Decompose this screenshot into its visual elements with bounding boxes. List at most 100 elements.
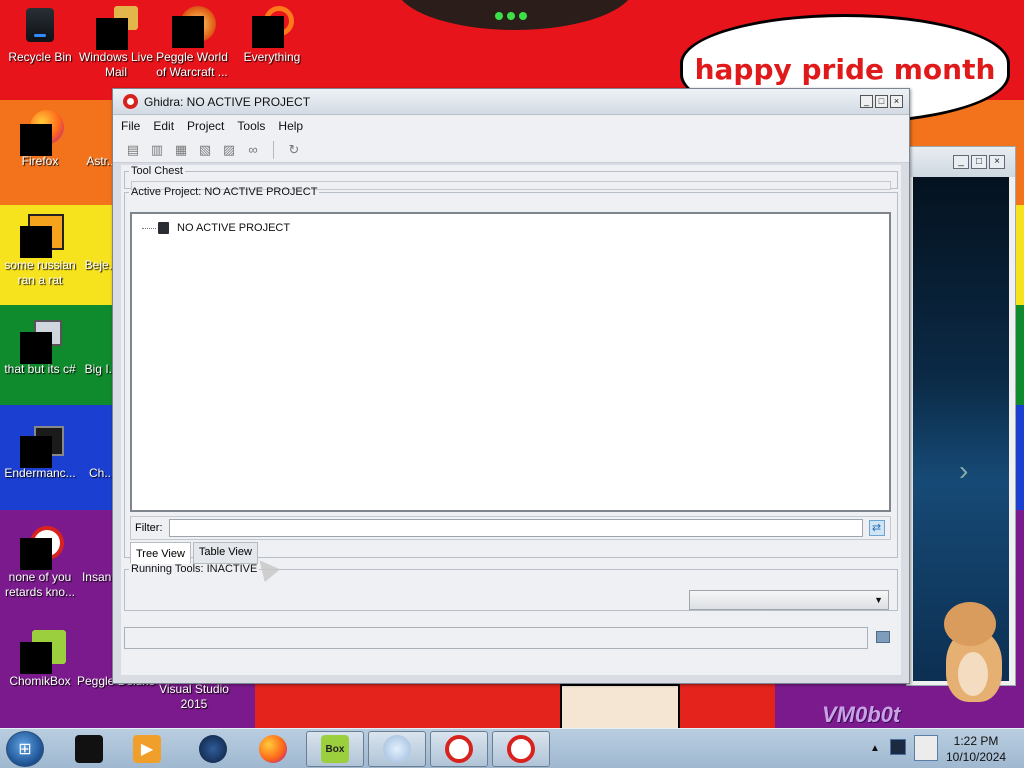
desktop-icon-label: ChomikBox <box>9 674 71 688</box>
menu-help[interactable]: Help <box>278 119 303 133</box>
new-project-icon[interactable]: ▤ <box>125 142 141 158</box>
taskbar-item-globe[interactable] <box>184 731 242 767</box>
tool-chest-label: Tool Chest <box>131 165 183 177</box>
view-tabs: Tree View Table View <box>130 542 260 564</box>
ghidra-app-icon <box>123 94 138 109</box>
start-button[interactable]: ⊞ <box>6 731 44 767</box>
refresh-icon[interactable]: ↻ <box>286 142 302 158</box>
taskbar-item-ghidra-1[interactable] <box>430 731 488 767</box>
project-tree[interactable]: NO ACTIVE PROJECT <box>130 212 891 512</box>
clock-date: 10/10/2024 <box>946 750 1007 764</box>
window-titlebar[interactable]: Ghidra: NO ACTIVE PROJECT _ □ × <box>113 89 909 115</box>
ghidra-icon <box>20 526 64 570</box>
watermark-text: VM0b0t <box>822 702 901 727</box>
minimize-button[interactable]: _ <box>860 95 873 108</box>
desktop-icon-recycle-bin[interactable]: Recycle Bin <box>0 6 80 65</box>
tree-item-label: NO ACTIVE PROJECT <box>177 222 291 234</box>
tab-tree-view[interactable]: Tree View <box>130 542 191 564</box>
menu-project[interactable]: Project <box>187 119 224 133</box>
clear-filter-icon[interactable]: ⇄ <box>868 520 885 536</box>
cartoon-pants <box>560 684 680 728</box>
desktop-icon-peggle-wow[interactable]: Peggle World of Warcraft ... <box>152 6 232 80</box>
open-project-icon[interactable]: ▥ <box>149 142 165 158</box>
running-tools-panel: Running Tools: INACTIVE ▼ <box>124 563 898 611</box>
terminal-icon <box>20 422 64 468</box>
filter-row: Filter: ⇄ <box>130 516 891 540</box>
running-tools-label: Running Tools: INACTIVE <box>131 563 258 575</box>
filter-label: Filter: <box>135 522 163 534</box>
desktop-icon-label: Windows Live Mail <box>78 50 154 79</box>
menu-tools[interactable]: Tools <box>237 119 265 133</box>
desktop-icon-chomikbox[interactable]: ChomikBox <box>0 630 80 689</box>
desktop-icon-endermanc[interactable]: Endermanc... <box>0 422 80 481</box>
desktop-icon-label: that but its c# <box>4 362 76 376</box>
running-tools-select[interactable]: ▼ <box>689 590 889 610</box>
taskbar: ⊞ ▶ Box ▲ 1:22 PM 10/10/2024 <box>0 728 1024 768</box>
background-window-titlebar[interactable]: _ □ × <box>907 147 1015 177</box>
taskbar-item-ghidra-2[interactable] <box>492 731 550 767</box>
hamster-image <box>940 600 1006 708</box>
link-icon[interactable]: ∞ <box>245 142 261 158</box>
desktop-icon-none-of-you[interactable]: none of you retards kno... <box>0 526 80 600</box>
toolbar: ▤ ▥ ▦ ▧ ▨ ∞ ↻ <box>113 137 909 163</box>
desktop-icon-label: Everything <box>243 50 301 64</box>
console-icon[interactable] <box>876 631 890 643</box>
maximize-icon[interactable]: □ <box>971 155 987 169</box>
desktop-icon-that-but-csharp[interactable]: that but its c# <box>0 318 80 377</box>
desktop-icon-label: none of you retards kno... <box>4 570 76 599</box>
windows-flag-icon <box>383 735 411 763</box>
desktop-icon-firefox[interactable]: Firefox <box>0 110 80 169</box>
clock-time: 1:22 PM <box>953 734 999 748</box>
tray-expand-icon[interactable]: ▲ <box>870 743 880 754</box>
ghidra-icon <box>507 735 535 763</box>
explorer-icon <box>75 735 103 763</box>
mail-icon <box>96 6 138 50</box>
taskbar-item-chomikbox[interactable]: Box <box>306 731 364 767</box>
taskbar-item-windows[interactable] <box>368 731 426 767</box>
save-project-icon[interactable]: ▧ <box>197 142 213 158</box>
firefox-icon <box>259 735 287 763</box>
media-player-icon: ▶ <box>133 735 161 763</box>
chevron-down-icon: ▼ <box>874 595 883 605</box>
ghidra-icon <box>445 735 473 763</box>
desktop-icon-windows-live-mail[interactable]: Windows Live Mail <box>76 6 156 80</box>
close-icon[interactable]: × <box>989 155 1005 169</box>
menu-bar: File Edit Project Tools Help <box>113 115 909 137</box>
close-button[interactable]: × <box>890 95 903 108</box>
active-project-panel: Active Project: NO ACTIVE PROJECT NO ACT… <box>124 186 898 564</box>
close-project-icon[interactable]: ▦ <box>173 142 189 158</box>
taskbar-item-media-player[interactable]: ▶ <box>118 731 176 767</box>
firefox-icon <box>20 110 64 156</box>
peggle-icon <box>172 6 216 48</box>
recycle-bin-icon <box>20 6 60 46</box>
network-icon[interactable] <box>890 739 906 755</box>
taskbar-item-firefox[interactable] <box>244 731 302 767</box>
desktop-icon-visual-studio[interactable]: Visual Studio 2015 <box>154 682 234 712</box>
maximize-button[interactable]: □ <box>875 95 888 108</box>
delete-project-icon[interactable]: ▨ <box>221 142 237 158</box>
filter-input[interactable] <box>168 519 863 537</box>
chevron-right-icon[interactable]: › <box>959 455 968 487</box>
minimize-icon[interactable]: _ <box>953 155 969 169</box>
menu-edit[interactable]: Edit <box>153 119 174 133</box>
chomikbox-icon <box>20 630 66 674</box>
desktop-icon-label: Firefox <box>21 154 59 168</box>
taskbar-item-explorer[interactable] <box>60 731 118 767</box>
desktop-icon-everything[interactable]: Everything <box>232 6 312 65</box>
window-client-area: Tool Chest Active Project: NO ACTIVE PRO… <box>121 165 901 675</box>
tree-item-root[interactable]: NO ACTIVE PROJECT <box>142 222 290 234</box>
app-icon <box>20 214 64 258</box>
ghidra-window: Ghidra: NO ACTIVE PROJECT _ □ × File Edi… <box>112 88 910 684</box>
windows-logo-icon: ⊞ <box>18 741 32 758</box>
menu-file[interactable]: File <box>121 119 140 133</box>
tray-app-icon[interactable] <box>914 735 938 761</box>
search-icon <box>252 6 294 48</box>
speech-bubble-text: happy pride month <box>694 52 996 86</box>
clock[interactable]: 1:22 PM 10/10/2024 <box>946 733 1006 765</box>
desktop-icon-label: Peggle World of Warcraft ... <box>156 50 228 79</box>
desktop-icon-label: Visual Studio 2015 <box>159 682 229 711</box>
desktop-icon-label: Recycle Bin <box>8 50 72 64</box>
tree-connector <box>142 227 156 229</box>
desktop-icon-some-russian[interactable]: some russian ran a rat <box>0 214 80 288</box>
tab-table-view[interactable]: Table View <box>192 542 258 564</box>
